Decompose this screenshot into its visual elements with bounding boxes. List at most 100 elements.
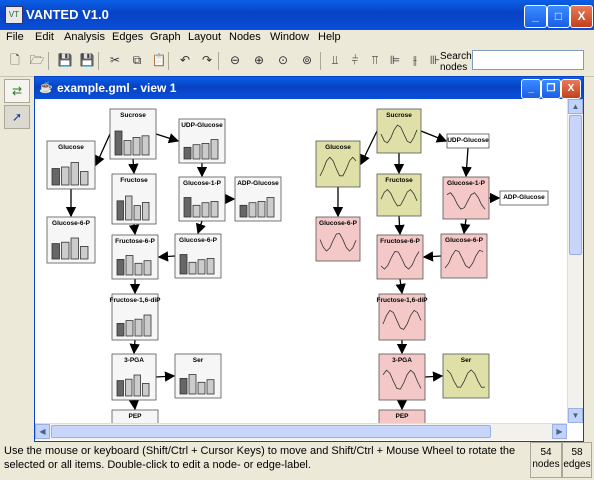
- save-as-icon[interactable]: 💾: [78, 51, 96, 69]
- left-node[interactable]: ADP-Glucose: [234, 176, 282, 222]
- select-tool-button[interactable]: ➚: [4, 105, 30, 129]
- right-node[interactable]: Fructose: [376, 173, 422, 217]
- paste-icon[interactable]: 📋: [150, 51, 168, 69]
- align-center-icon[interactable]: ⫲: [406, 51, 424, 69]
- left-node[interactable]: Ser: [174, 353, 222, 399]
- align-left-icon[interactable]: ⊫: [386, 51, 404, 69]
- right-node[interactable]: Fructose-6-P: [376, 234, 424, 280]
- left-edge[interactable]: [157, 251, 176, 262]
- scroll-right-button[interactable]: ▶: [552, 424, 567, 439]
- menu-nodes[interactable]: Nodes: [229, 31, 261, 43]
- left-edge[interactable]: [128, 223, 140, 236]
- right-edge[interactable]: [395, 278, 406, 295]
- menu-edit[interactable]: Edit: [35, 31, 54, 43]
- menu-help[interactable]: Help: [318, 31, 341, 43]
- zoom-in-icon[interactable]: ⊕: [250, 51, 268, 69]
- menu-window[interactable]: Window: [270, 31, 309, 43]
- left-node[interactable]: Sucrose: [109, 108, 157, 160]
- graph-drawing[interactable]: Sucrose UDP-Glucose Glucose Fructose Glucose…: [35, 99, 567, 423]
- right-node[interactable]: Sucrose: [376, 108, 422, 154]
- horizontal-scrollbar[interactable]: ◀ ▶: [35, 423, 567, 440]
- left-edge[interactable]: [155, 133, 180, 144]
- right-node[interactable]: 3-PGA: [378, 353, 426, 401]
- zoom-fit-icon[interactable]: ⊙: [274, 51, 292, 69]
- left-node[interactable]: Fructose: [111, 173, 157, 225]
- menu-analysis[interactable]: Analysis: [64, 31, 105, 43]
- view-minimize-button[interactable]: _: [521, 79, 541, 99]
- left-edge[interactable]: [95, 133, 111, 167]
- right-node[interactable]: Glucose-1-P: [442, 176, 490, 220]
- left-node-bar: [188, 374, 197, 395]
- scroll-left-button[interactable]: ◀: [35, 424, 50, 439]
- right-node[interactable]: PEP: [378, 409, 426, 423]
- left-node[interactable]: 3-PGA: [111, 353, 157, 401]
- right-node[interactable]: Fructose-1,6-diP: [377, 293, 429, 341]
- left-edge[interactable]: [129, 339, 140, 355]
- save-icon[interactable]: 💾: [56, 51, 74, 69]
- graph-editor-tool-button[interactable]: ⇄: [4, 79, 30, 103]
- menu-edges[interactable]: Edges: [112, 31, 143, 43]
- zoom-reset-icon[interactable]: ⊚: [298, 51, 316, 69]
- right-edge[interactable]: [420, 130, 448, 143]
- align-top-icon[interactable]: ⫪: [366, 51, 384, 69]
- left-node[interactable]: Glucose-1-P: [178, 176, 226, 222]
- app-title-bar[interactable]: VT VANTED V1.0 _ □ X: [0, 0, 594, 30]
- left-node[interactable]: Fructose-6-P: [111, 234, 159, 280]
- right-edge[interactable]: [360, 130, 378, 166]
- left-edge[interactable]: [128, 158, 139, 175]
- left-edge[interactable]: [128, 399, 140, 411]
- left-edge[interactable]: [155, 371, 176, 382]
- vertical-scrollbar[interactable]: ▲ ▼: [567, 99, 583, 423]
- toolbar-separator: [98, 52, 99, 70]
- right-node[interactable]: Ser: [442, 353, 490, 399]
- new-file-icon[interactable]: 🗋: [6, 51, 24, 69]
- right-node[interactable]: Glucose: [315, 140, 361, 188]
- left-node[interactable]: Glucose-6-P: [46, 216, 96, 264]
- left-node[interactable]: Fructose-1,6-diP: [110, 293, 162, 341]
- left-node[interactable]: Glucose-6-P: [174, 233, 222, 279]
- view-close-button[interactable]: X: [561, 79, 581, 99]
- left-node[interactable]: UDP-Glucose: [178, 118, 226, 164]
- right-node[interactable]: Glucose-6-P: [315, 216, 361, 262]
- edge-count: 58 edges: [562, 442, 592, 478]
- search-nodes-input[interactable]: [472, 50, 584, 70]
- graph-canvas[interactable]: Sucrose UDP-Glucose Glucose Fructose Glucose…: [35, 99, 567, 423]
- align-middle-icon[interactable]: ⫩: [346, 51, 364, 69]
- align-bottom-icon[interactable]: ⫫: [326, 51, 344, 69]
- right-node[interactable]: Glucose-6-P: [440, 233, 488, 279]
- left-node-bar: [116, 322, 125, 337]
- view-maximize-button[interactable]: ❐: [541, 79, 561, 99]
- menu-layout[interactable]: Layout: [188, 31, 221, 43]
- right-node[interactable]: ADP-Glucose: [499, 190, 549, 206]
- horizontal-scroll-thumb[interactable]: [51, 425, 491, 438]
- left-node[interactable]: PEP: [111, 409, 159, 423]
- right-edge[interactable]: [394, 215, 405, 236]
- left-node-bar: [142, 382, 150, 397]
- scroll-up-button[interactable]: ▲: [568, 99, 583, 114]
- left-node-bar: [197, 259, 206, 275]
- copy-icon[interactable]: ⧉: [128, 51, 146, 69]
- right-edge[interactable]: [424, 371, 444, 382]
- left-edge[interactable]: [195, 220, 206, 235]
- minimize-button[interactable]: _: [524, 5, 547, 28]
- menu-graph[interactable]: Graph: [150, 31, 181, 43]
- left-node[interactable]: Glucose: [46, 140, 96, 190]
- cut-icon[interactable]: ✂: [106, 51, 124, 69]
- right-edge[interactable]: [460, 218, 471, 235]
- zoom-out-icon[interactable]: ⊖: [226, 51, 244, 69]
- left-node-bar: [188, 261, 197, 275]
- undo-icon[interactable]: ↶: [176, 51, 194, 69]
- maximize-button[interactable]: □: [547, 5, 570, 28]
- right-edge[interactable]: [461, 147, 472, 178]
- scroll-down-button[interactable]: ▼: [568, 408, 583, 423]
- open-folder-icon[interactable]: 🗁: [28, 51, 46, 69]
- graph-view-title-bar[interactable]: ☕ example.gml - view 1 _ ❐ X: [35, 77, 583, 99]
- left-node-bar: [192, 144, 201, 160]
- redo-icon[interactable]: ↷: [198, 51, 216, 69]
- right-edge[interactable]: [422, 251, 442, 262]
- close-button[interactable]: X: [570, 5, 593, 28]
- left-node-bar: [61, 166, 70, 186]
- vertical-scroll-thumb[interactable]: [569, 115, 582, 255]
- menu-file[interactable]: File: [6, 31, 24, 43]
- right-node[interactable]: UDP-Glucose: [446, 133, 490, 149]
